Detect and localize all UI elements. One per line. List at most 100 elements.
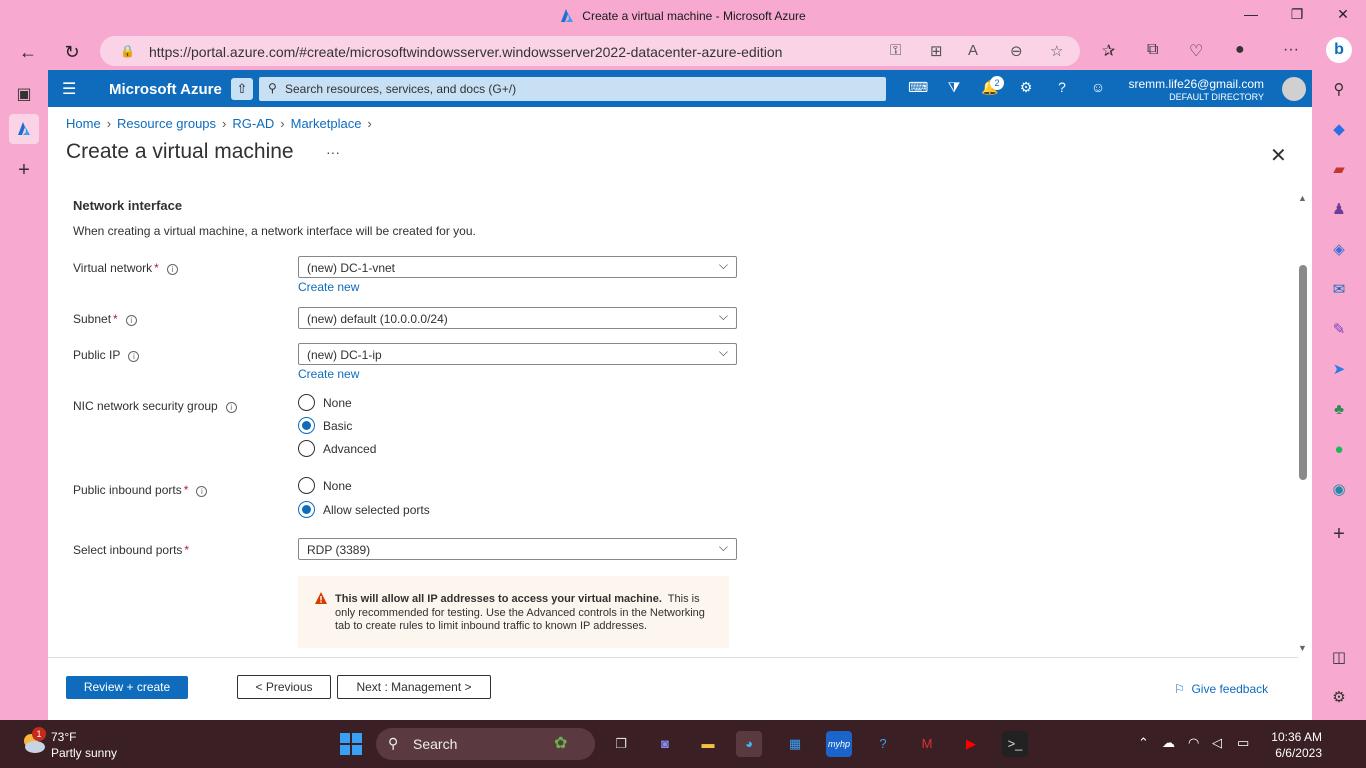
- info-icon[interactable]: i: [196, 486, 208, 497]
- designer-icon[interactable]: ✎: [1327, 318, 1351, 342]
- give-feedback-link[interactable]: ⚐ Give feedback: [1174, 682, 1268, 696]
- tab-azure-icon[interactable]: [9, 114, 39, 144]
- key-icon[interactable]: ⚿: [890, 42, 901, 59]
- more-options-icon[interactable]: ···: [1283, 41, 1299, 59]
- teams-chat-icon[interactable]: ◙: [652, 731, 678, 757]
- refresh-icon[interactable]: ↻: [61, 41, 83, 63]
- minimize-button[interactable]: —: [1241, 6, 1261, 26]
- create-new-ip-link[interactable]: Create new: [298, 367, 359, 381]
- close-window-button[interactable]: ✕: [1333, 6, 1353, 26]
- scroll-down-icon[interactable]: ▼: [1298, 643, 1307, 653]
- directory-filter-icon[interactable]: ⧩: [944, 79, 964, 99]
- footer-divider: [48, 657, 1298, 658]
- feedback-icon[interactable]: ☺: [1088, 79, 1108, 99]
- review-create-button[interactable]: Review + create: [66, 676, 188, 699]
- vpn-icon[interactable]: ◉: [1327, 478, 1351, 502]
- edge-browser-icon[interactable]: ◕: [736, 731, 762, 757]
- mcafee-icon[interactable]: M: [914, 731, 940, 757]
- start-button[interactable]: [338, 731, 364, 757]
- address-bar[interactable]: 🔒 https://portal.azure.com/#create/micro…: [100, 36, 1080, 66]
- page-scrollbar[interactable]: ▲ ▼: [1298, 193, 1308, 653]
- task-view-icon[interactable]: ❐: [608, 731, 634, 757]
- create-new-vnet-link[interactable]: Create new: [298, 280, 359, 294]
- profile-icon[interactable]: ●: [1235, 41, 1245, 59]
- system-clock[interactable]: 10:36 AM 6/6/2023: [1258, 729, 1322, 761]
- account-info[interactable]: sremm.life26@gmail.com DEFAULT DIRECTORY: [1128, 77, 1264, 102]
- more-actions-icon[interactable]: ···: [326, 144, 340, 160]
- help-app-icon[interactable]: ?: [870, 731, 896, 757]
- games-icon[interactable]: ♟: [1327, 198, 1351, 222]
- onedrive-icon[interactable]: ☁: [1162, 735, 1175, 751]
- breadcrumb-rg-ad[interactable]: RG-AD: [232, 116, 274, 131]
- public-ip-value: (new) DC-1-ip: [307, 348, 382, 362]
- breadcrumb-home[interactable]: Home: [66, 116, 101, 131]
- outlook-icon[interactable]: ✉: [1327, 278, 1351, 302]
- section-description: When creating a virtual machine, a netwo…: [73, 224, 476, 238]
- azure-brand[interactable]: Microsoft Azure: [109, 81, 222, 98]
- add-sidebar-icon[interactable]: +: [1327, 522, 1351, 546]
- subnet-dropdown[interactable]: (new) default (10.0.0.0/24) ⌵: [298, 307, 737, 329]
- help-icon[interactable]: ?: [1052, 79, 1072, 99]
- tools-briefcase-icon[interactable]: ▰: [1327, 158, 1351, 182]
- microsoft-store-icon[interactable]: ▦: [782, 731, 808, 757]
- upgrade-icon[interactable]: ⇧: [231, 78, 253, 100]
- info-icon[interactable]: i: [225, 402, 237, 413]
- global-search-input[interactable]: ⚲ Search resources, services, and docs (…: [259, 77, 886, 101]
- shopping-tag-icon[interactable]: ◆: [1327, 118, 1351, 142]
- public-ip-dropdown[interactable]: (new) DC-1-ip ⌵: [298, 343, 737, 365]
- tray-overflow-icon[interactable]: ⌃: [1138, 735, 1149, 751]
- telegram-icon[interactable]: ➤: [1327, 358, 1351, 382]
- page-title: Create a virtual machine: [66, 140, 294, 163]
- spotify-icon[interactable]: ●: [1327, 438, 1351, 462]
- breadcrumb-marketplace[interactable]: Marketplace: [291, 116, 362, 131]
- chevron-down-icon: ⌵: [718, 345, 728, 359]
- inbound-warning-message: This will allow all IP addresses to acce…: [298, 576, 729, 648]
- youtube-icon[interactable]: ▶: [958, 731, 984, 757]
- browser-vertical-tabs: ▣ +: [0, 70, 48, 720]
- back-icon[interactable]: ←: [17, 41, 39, 63]
- scroll-up-icon[interactable]: ▲: [1298, 193, 1307, 203]
- myhp-icon[interactable]: myhp: [826, 731, 852, 757]
- file-explorer-icon[interactable]: ▬: [695, 731, 721, 757]
- previous-button[interactable]: < Previous: [237, 675, 331, 699]
- read-aloud-icon[interactable]: A: [968, 42, 978, 59]
- bing-copilot-icon[interactable]: b: [1326, 37, 1352, 63]
- tree-icon[interactable]: ♣: [1327, 398, 1351, 422]
- cloud-shell-icon[interactable]: ⌨: [908, 79, 928, 99]
- terminal-icon[interactable]: >_: [1002, 731, 1028, 757]
- zoom-icon[interactable]: ⊖: [1010, 42, 1023, 60]
- next-management-button[interactable]: Next : Management >: [337, 675, 491, 699]
- collections-icon[interactable]: ⧉: [1147, 41, 1158, 59]
- breadcrumb-resource-groups[interactable]: Resource groups: [117, 116, 216, 131]
- new-tab-icon[interactable]: +: [9, 155, 39, 185]
- hide-sidebar-icon[interactable]: ◫: [1327, 646, 1351, 670]
- settings-gear-icon[interactable]: ⚙: [1016, 79, 1036, 99]
- virtual-network-dropdown[interactable]: (new) DC-1-vnet ⌵: [298, 256, 737, 278]
- create-vm-blade: Home › Resource groups › RG-AD › Marketplace › …: [48, 107, 1312, 720]
- info-icon[interactable]: i: [166, 264, 178, 275]
- wifi-icon[interactable]: ◠: [1188, 735, 1199, 751]
- hamburger-menu-icon[interactable]: ☰: [62, 79, 76, 99]
- performance-icon[interactable]: ♡: [1189, 41, 1203, 61]
- microsoft365-icon[interactable]: ◈: [1327, 238, 1351, 262]
- avatar[interactable]: [1282, 77, 1306, 101]
- url-text[interactable]: https://portal.azure.com/#create/microso…: [149, 44, 782, 60]
- scrollbar-thumb[interactable]: [1299, 265, 1307, 480]
- search-sidebar-icon[interactable]: ⚲: [1327, 78, 1351, 102]
- info-icon[interactable]: i: [125, 315, 137, 326]
- favorite-star-icon[interactable]: ☆: [1050, 42, 1063, 60]
- info-icon[interactable]: i: [128, 351, 140, 362]
- volume-icon[interactable]: ◁: [1212, 735, 1222, 751]
- taskbar-search[interactable]: ⚲ Search ✿: [376, 728, 595, 760]
- select-inbound-ports-dropdown[interactable]: RDP (3389) ⌵: [298, 538, 737, 560]
- account-directory: DEFAULT DIRECTORY: [1169, 92, 1264, 102]
- apps-icon[interactable]: ⊞: [930, 42, 943, 60]
- battery-icon[interactable]: ▭: [1237, 735, 1249, 751]
- favorites-icon[interactable]: ✰: [1102, 41, 1115, 61]
- tab-actions-icon[interactable]: ▣: [9, 80, 39, 110]
- sidebar-settings-icon[interactable]: ⚙: [1327, 686, 1351, 710]
- plant-icon: ✿: [554, 735, 568, 752]
- restore-button[interactable]: ❐: [1287, 6, 1307, 26]
- close-blade-icon[interactable]: ✕: [1270, 143, 1287, 168]
- azure-topbar: ☰ Microsoft Azure ⇧ ⚲ Search resources, …: [48, 70, 1312, 107]
